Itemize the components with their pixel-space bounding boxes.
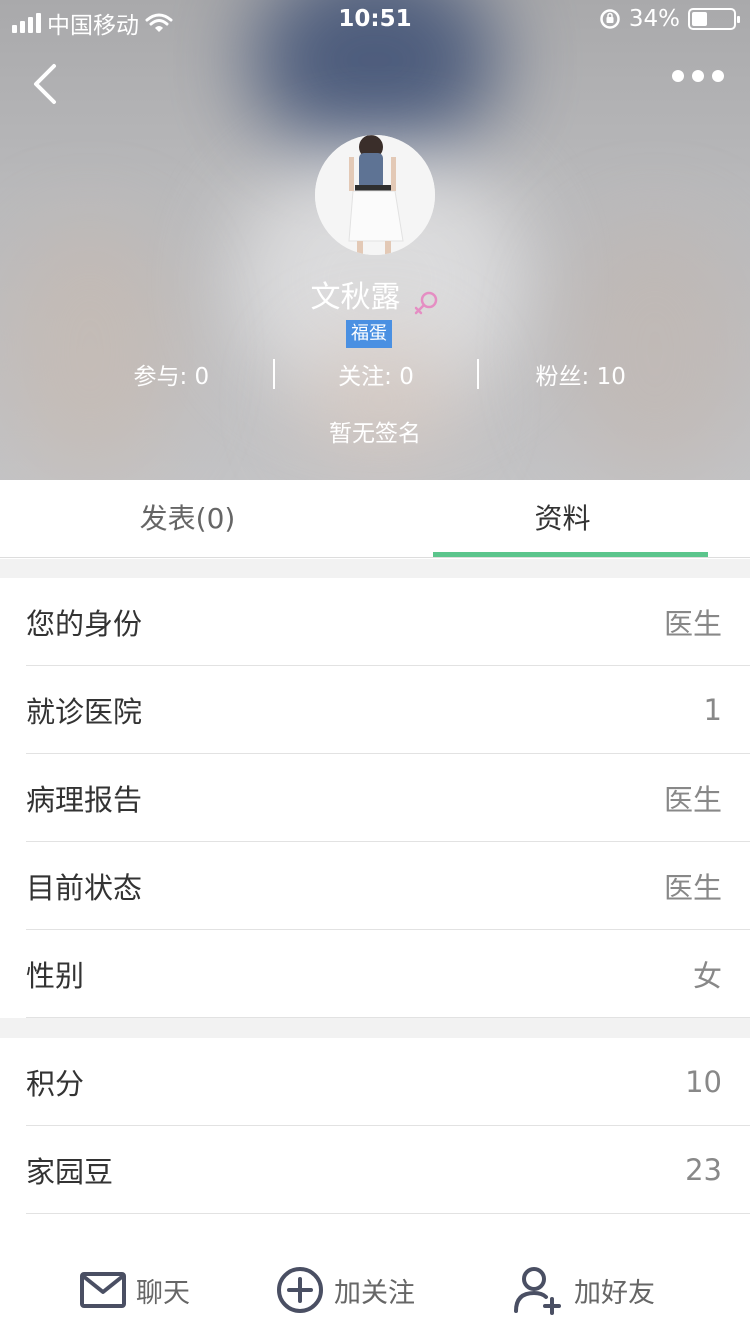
info-row-points[interactable]: 积分 10 (26, 1038, 750, 1126)
female-icon (414, 291, 437, 314)
info-value: 10 (685, 1064, 722, 1099)
level-badge: 福蛋 (346, 320, 392, 348)
info-value: 医生 (663, 782, 722, 817)
avatar-image (315, 135, 435, 255)
battery-percent: 34% (628, 6, 680, 32)
tab-profile-info[interactable]: 资料 (375, 480, 750, 557)
tab-posts[interactable]: 发表(0) (0, 480, 375, 557)
info-label: 家园豆 (26, 1154, 114, 1189)
battery-icon (688, 8, 740, 30)
section-gap (0, 1018, 750, 1038)
add-friend-button[interactable]: 加好友 (512, 1258, 655, 1322)
chat-button[interactable]: 聊天 (80, 1258, 190, 1322)
section-gap (0, 559, 750, 578)
background-blur (300, 330, 460, 470)
stat-following[interactable]: 关注: 0 (275, 357, 478, 391)
rotation-lock-icon (600, 9, 620, 29)
info-row-pathology[interactable]: 病理报告 医生 (26, 754, 750, 842)
bottom-action-bar: 聊天 加关注 加好友 (0, 1246, 750, 1334)
signature: 暂无签名 (329, 421, 421, 447)
info-label: 性别 (26, 958, 85, 993)
profile-tabs: 发表(0) 资料 (0, 480, 750, 558)
add-user-icon (514, 1267, 561, 1315)
follow-button[interactable]: 加关注 (276, 1258, 415, 1322)
mail-icon (80, 1272, 126, 1308)
back-icon[interactable] (28, 62, 72, 106)
stats-bar: 参与: 0 关注: 0 粉丝: 10 (70, 356, 682, 392)
info-group-basic: 您的身份 医生 就诊医院 1 病理报告 医生 目前状态 医生 性别 女 (0, 578, 750, 1018)
stat-followers[interactable]: 粉丝: 10 (479, 357, 682, 391)
avatar[interactable] (315, 135, 435, 255)
status-right: 34% (599, 6, 740, 32)
info-label: 目前状态 (26, 870, 143, 905)
info-row-status[interactable]: 目前状态 医生 (26, 842, 750, 930)
info-row-beans[interactable]: 家园豆 23 (26, 1126, 750, 1214)
stat-participation[interactable]: 参与: 0 (70, 357, 273, 391)
info-value: 医生 (663, 870, 722, 905)
info-label: 就诊医院 (26, 694, 143, 729)
info-row-identity[interactable]: 您的身份 医生 (26, 578, 750, 666)
info-row-gender[interactable]: 性别 女 (26, 930, 750, 1018)
status-bar: 中国移动 10:51 34% (0, 0, 750, 40)
info-group-points: 积分 10 家园豆 23 (0, 1038, 750, 1214)
add-friend-label: 加好友 (574, 1277, 655, 1309)
info-label: 您的身份 (26, 606, 143, 641)
info-value: 1 (703, 692, 722, 727)
info-value: 女 (692, 958, 722, 993)
follow-label: 加关注 (334, 1277, 415, 1309)
info-row-hospital[interactable]: 就诊医院 1 (26, 666, 750, 754)
info-value: 23 (685, 1152, 722, 1187)
name-row: 文秋露 (0, 272, 750, 317)
add-circle-icon (277, 1267, 323, 1313)
info-value: 医生 (663, 606, 722, 641)
profile-header: 中国移动 10:51 34% 文秋露 福蛋 参与: 0 关注: 0 粉丝: 10… (0, 0, 750, 480)
info-label: 积分 (26, 1066, 85, 1101)
info-label: 病理报告 (26, 782, 143, 817)
user-name: 文秋露 (310, 280, 401, 315)
chat-label: 聊天 (136, 1277, 190, 1309)
more-icon[interactable] (672, 70, 724, 82)
